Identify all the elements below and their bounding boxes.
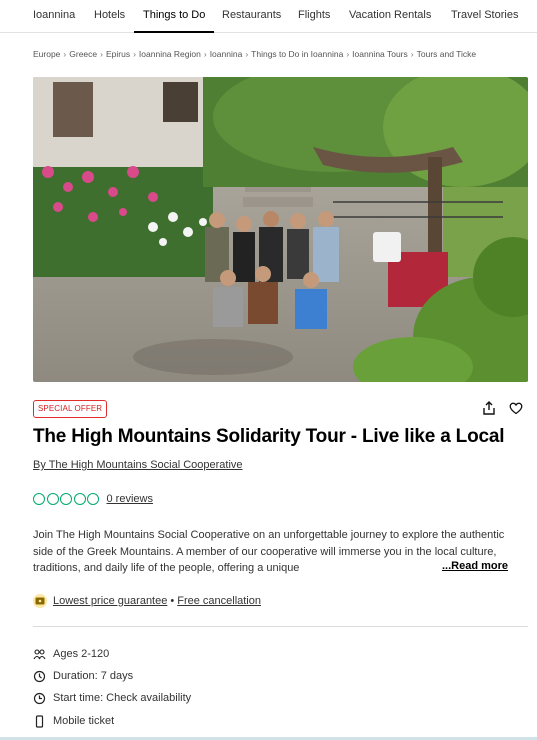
phone-icon (33, 714, 46, 728)
tab-ioannina[interactable]: Ioannina (33, 0, 75, 33)
breadcrumb-item[interactable]: Ioannina Region (139, 49, 201, 59)
guarantee-row: Lowest price guarantee • Free cancellati… (33, 593, 261, 609)
chevron-right-icon: › (100, 49, 103, 59)
reviews-link[interactable]: 0 reviews (107, 493, 153, 505)
feature-mobile-ticket: Mobile ticket (33, 713, 114, 729)
hero-photo[interactable] (33, 77, 528, 382)
chevron-right-icon: › (410, 49, 414, 59)
breadcrumb: Europe › Greece › Epirus › Ioannina Region › Ioa… (33, 49, 476, 59)
feature-label: Ages 2-120 (53, 648, 110, 660)
breadcrumb-item[interactable]: Ioannina (210, 49, 243, 59)
tab-vacation-rentals[interactable]: Vacation Rentals (349, 0, 431, 33)
breadcrumb-item[interactable]: Europe (33, 49, 60, 59)
rating-bubbles[interactable]: 0 reviews (33, 492, 153, 506)
rating-bubble (33, 493, 45, 505)
ticket-icon (33, 594, 47, 608)
chevron-right-icon: › (133, 49, 136, 59)
operator-link[interactable]: By The High Mountains Social Cooperative (33, 459, 243, 471)
tab-hotels[interactable]: Hotels (94, 0, 125, 33)
chevron-right-icon: › (203, 49, 207, 59)
chevron-right-icon: › (63, 49, 67, 59)
chevron-right-icon: › (346, 49, 350, 59)
separator: • (170, 595, 175, 607)
top-navigation: Ioannina Hotels Things to Do Restaurants… (0, 0, 537, 33)
rating-bubble (87, 493, 99, 505)
clock-icon (33, 692, 46, 705)
heart-icon[interactable] (508, 400, 524, 416)
read-more-link[interactable]: ...Read more (440, 560, 509, 572)
chevron-right-icon: › (245, 49, 249, 59)
tab-flights[interactable]: Flights (298, 0, 330, 33)
feature-start-time: Start time: Check availability (33, 690, 191, 706)
page-title: The High Mountains Solidarity Tour - Liv… (33, 426, 505, 447)
feature-label: Start time: Check availability (53, 692, 192, 704)
rating-bubble (73, 493, 86, 505)
breadcrumb-item[interactable]: Things to Do in Ioannina (251, 49, 343, 59)
tab-travel-stories[interactable]: Travel Stories (451, 0, 518, 33)
rating-bubble (60, 493, 72, 505)
tab-restaurants[interactable]: Restaurants (222, 0, 281, 33)
breadcrumb-item[interactable]: Greece (69, 49, 97, 59)
feature-duration: Duration: 7 days (33, 668, 133, 684)
rating-bubble (46, 493, 59, 505)
share-icon[interactable] (481, 400, 497, 416)
divider (33, 626, 528, 627)
special-offer-badge: SPECIAL OFFER (33, 400, 108, 418)
free-cancellation-link[interactable]: Free cancellation (177, 595, 261, 607)
lowest-price-link[interactable]: Lowest price guarantee (53, 595, 167, 607)
timer-icon (33, 670, 46, 683)
breadcrumb-item[interactable]: Tours and Ticke (417, 49, 477, 59)
people-icon (33, 648, 46, 661)
breadcrumb-item[interactable]: Ioannina Tours (352, 49, 408, 59)
feature-label: Duration: 7 days (53, 670, 134, 682)
tab-things-to-do[interactable]: Things to Do (134, 0, 215, 33)
feature-label: Mobile ticket (53, 715, 115, 727)
breadcrumb-item[interactable]: Epirus (106, 49, 130, 59)
feature-ages: Ages 2-120 (33, 646, 109, 662)
